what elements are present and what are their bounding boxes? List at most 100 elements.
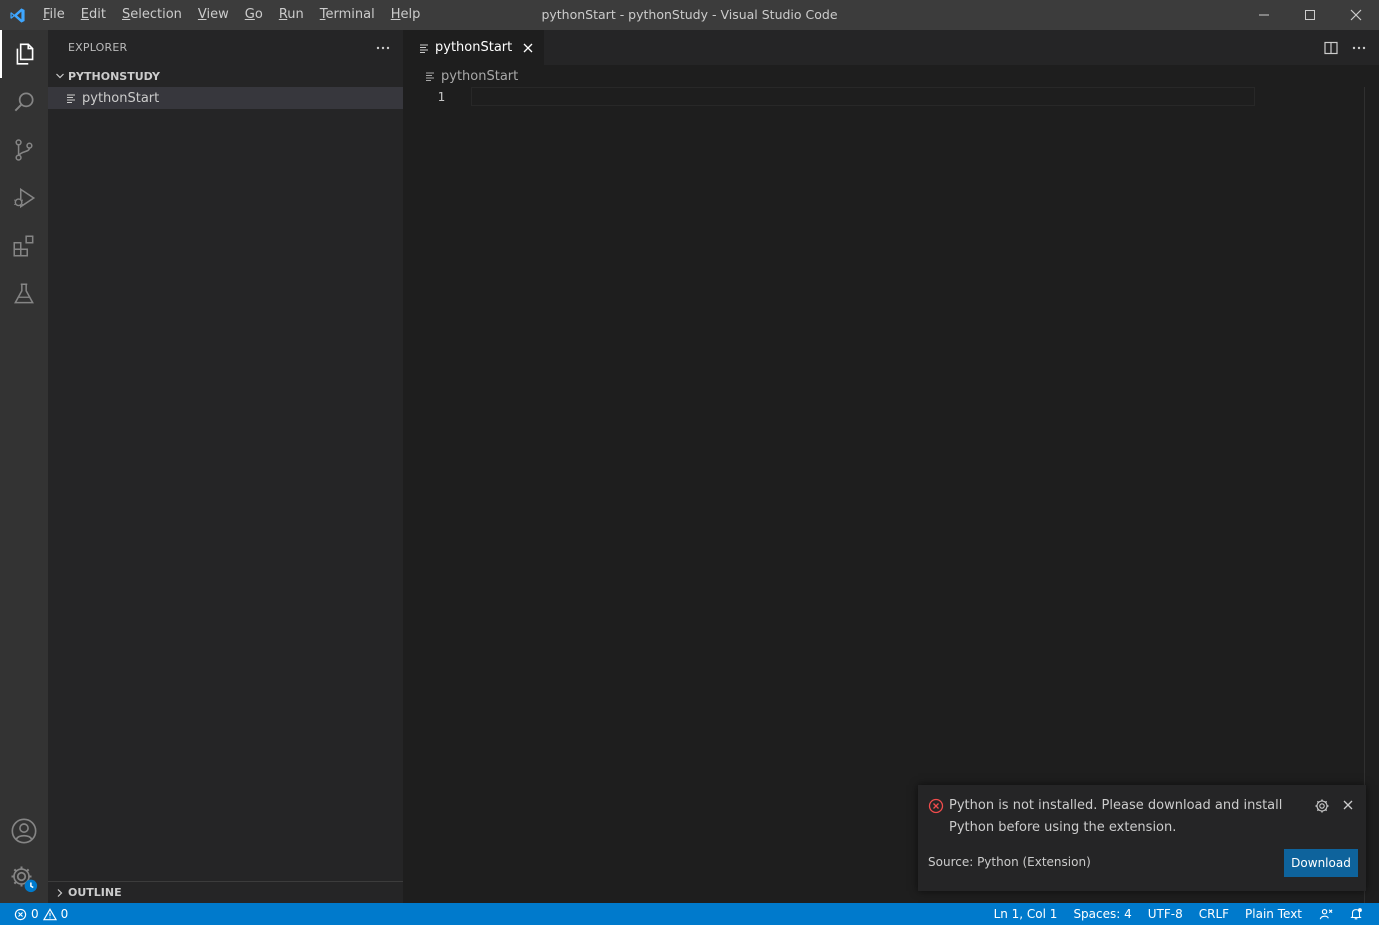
menu-edit-label: dit [89,7,106,22]
sidebar-header: EXPLORER [48,30,403,65]
indentation[interactable]: Spaces: 4 [1065,903,1139,925]
activity-extensions[interactable] [0,222,48,270]
notification-message: Python is not installed. Please download… [949,798,1283,835]
run-debug-icon [14,187,36,209]
feedback-button[interactable] [1310,907,1341,922]
file-name: pythonStart [82,90,160,106]
notification-settings-gear-icon[interactable] [1314,798,1330,818]
problems-indicator[interactable]: 0 0 [0,907,68,921]
editor-tabs-bar: pythonStart [403,30,1379,65]
encoding[interactable]: UTF-8 [1140,903,1191,925]
tab-label: pythonStart [435,40,513,55]
feedback-icon [1319,908,1333,919]
beaker-icon [14,283,34,304]
menu-bar: File Edit Selection View Go Run Terminal… [35,0,428,30]
menu-edit-mnemonic: E [80,7,89,22]
menu-help-label: elp [400,7,421,22]
menu-selection-mnemonic: S [121,7,131,22]
menu-edit[interactable]: Edit [73,0,114,30]
menu-file[interactable]: File [35,0,73,30]
activity-accounts[interactable] [0,807,48,855]
menu-help[interactable]: Help [383,0,429,30]
menu-go-mnemonic: G [244,7,255,22]
activity-bar [0,30,48,903]
outline-label: OUTLINE [68,886,122,899]
activity-testing[interactable] [0,270,48,318]
activity-explorer[interactable] [0,30,48,78]
menu-file-label: ile [49,7,65,22]
warning-icon [42,907,57,920]
menu-view-label: iew [206,7,229,22]
plain-text-file-icon [425,71,435,81]
status-bar: 0 0 Ln 1, Col 1 Spaces: 4 UTF-8 CRLF Pla… [0,903,1379,925]
error-icon [14,908,27,920]
minimize-icon [1259,14,1269,16]
extensions-icon [13,235,34,257]
warning-count: 0 [60,907,69,921]
search-icon [14,92,34,112]
close-icon [1350,9,1362,21]
tab-close-icon[interactable] [522,42,534,54]
tab-pythonstart[interactable]: pythonStart [403,30,545,65]
maximize-icon [1305,10,1315,20]
title-bar: File Edit Selection View Go Run Terminal… [0,0,1379,30]
source-control-icon [15,139,33,161]
error-count: 0 [31,907,39,921]
bell-icon [1350,908,1362,920]
chevron-right-icon [52,888,68,898]
current-line-highlight [471,87,1255,106]
menu-run-mnemonic: R [278,7,288,22]
download-button[interactable]: Download [1284,849,1358,877]
language-mode[interactable]: Plain Text [1237,903,1310,925]
breadcrumb[interactable]: pythonStart [403,65,1379,87]
sidebar-explorer: EXPLORER PYTHONSTUDY pythonStart OUTLINE [48,30,403,903]
activity-source-control[interactable] [0,126,48,174]
notification-toast: Python is not installed. Please download… [918,785,1366,891]
menu-view-mnemonic: V [197,7,207,22]
notification-source: Source: Python (Extension) [928,855,1091,869]
files-icon [16,43,34,65]
notifications-button[interactable] [1341,907,1371,921]
maximize-button[interactable] [1287,0,1333,30]
status-right-items: Ln 1, Col 1 Spaces: 4 UTF-8 CRLF Plain T… [986,903,1371,925]
close-window-button[interactable] [1333,0,1379,30]
code-line[interactable]: 1 [403,87,1255,106]
menu-terminal[interactable]: Terminal [312,0,383,30]
folder-section-header[interactable]: PYTHONSTUDY [48,65,403,87]
plain-text-file-icon [419,43,429,53]
file-item-pythonstart[interactable]: pythonStart [48,87,403,109]
sidebar-title: EXPLORER [68,41,128,54]
plain-text-file-icon [66,93,82,103]
error-icon [928,798,944,818]
account-icon [11,818,37,844]
activity-search[interactable] [0,78,48,126]
minimize-button[interactable] [1241,0,1287,30]
window-controls [1241,0,1379,30]
activity-run-debug[interactable] [0,174,48,222]
gear-icon [11,866,38,893]
outline-section-header[interactable]: OUTLINE [48,881,403,903]
breadcrumb-file: pythonStart [441,68,519,84]
more-actions-icon[interactable] [375,40,391,56]
notification-close-icon[interactable] [1342,799,1354,815]
menu-go-label: o [254,7,263,22]
activity-manage[interactable] [0,855,48,903]
editor-actions [1323,30,1367,65]
cursor-position[interactable]: Ln 1, Col 1 [986,903,1066,925]
folder-name: PYTHONSTUDY [68,69,160,83]
end-of-line[interactable]: CRLF [1191,903,1237,925]
vscode-logo-icon [0,0,35,30]
chevron-down-icon [52,71,68,81]
vertical-scrollbar[interactable] [1364,87,1365,903]
menu-selection[interactable]: Selection [114,0,190,30]
menu-run-label: un [287,7,304,22]
menu-terminal-label: erminal [325,7,375,22]
line-number: 1 [437,89,445,104]
menu-selection-label: election [130,7,182,22]
more-actions-icon[interactable] [1351,40,1367,56]
menu-go[interactable]: Go [237,0,271,30]
editor-area: pythonStart pythonStart 1 [403,30,1379,903]
menu-view[interactable]: View [190,0,237,30]
split-editor-icon[interactable] [1323,40,1339,56]
menu-run[interactable]: Run [271,0,312,30]
